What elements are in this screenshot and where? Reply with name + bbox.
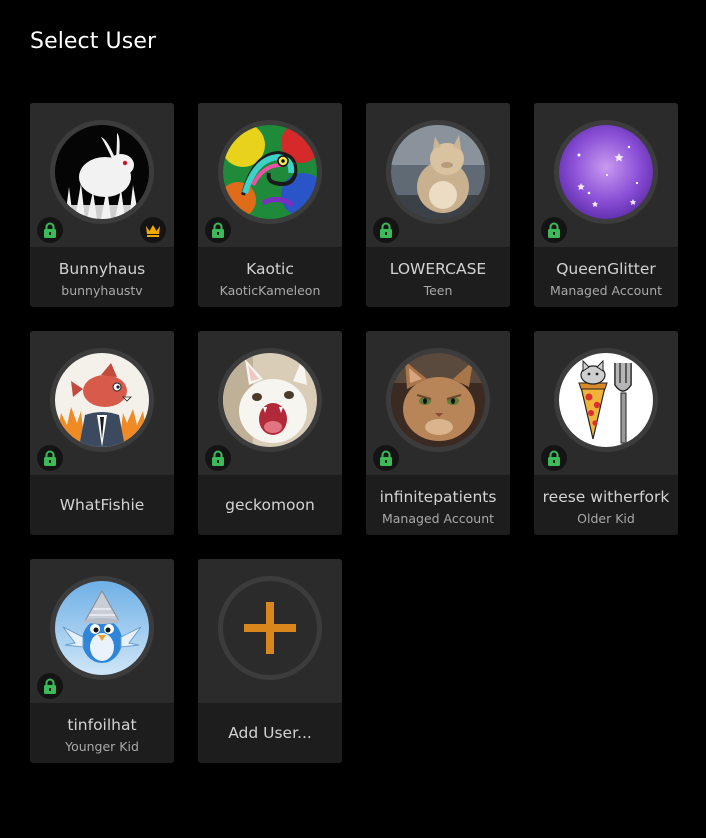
screaming-cat-avatar <box>218 348 322 452</box>
crown-icon <box>140 217 166 243</box>
user-name: tinfoilhat <box>67 716 137 734</box>
grumpy-cat-avatar <box>386 348 490 452</box>
card-avatar-area <box>30 103 174 247</box>
user-card-lowercase[interactable]: LOWERCASE Teen <box>366 103 510 307</box>
add-user-button[interactable]: Add User... <box>198 559 342 763</box>
card-footer: reese witherfork Older Kid <box>534 475 678 535</box>
user-name: QueenGlitter <box>556 260 656 278</box>
user-subtitle: bunnyhaustv <box>61 283 143 298</box>
card-footer: Kaotic KaoticKameleon <box>198 247 342 307</box>
lock-icon <box>373 217 399 243</box>
plus-icon <box>244 602 296 654</box>
bird-tinfoil-hat-avatar <box>50 576 154 680</box>
card-footer: QueenGlitter Managed Account <box>534 247 678 307</box>
card-footer: Bunnyhaus bunnyhaustv <box>30 247 174 307</box>
add-user-circle <box>218 576 322 680</box>
fish-in-suit-avatar <box>50 348 154 452</box>
white-rabbit-avatar <box>50 120 154 224</box>
card-avatar-area <box>198 559 342 703</box>
user-subtitle: Younger Kid <box>65 739 139 754</box>
chameleon-avatar <box>218 120 322 224</box>
cat-pizza-fork-avatar <box>554 348 658 452</box>
card-footer: infinitepatients Managed Account <box>366 475 510 535</box>
user-name: reese witherfork <box>542 488 670 506</box>
purple-stars-avatar <box>554 120 658 224</box>
card-avatar-area <box>30 559 174 703</box>
card-avatar-area <box>366 103 510 247</box>
user-card-whatfishie[interactable]: WhatFishie <box>30 331 174 535</box>
lock-icon <box>37 445 63 471</box>
user-card-kaotic[interactable]: Kaotic KaoticKameleon <box>198 103 342 307</box>
user-card-tinfoilhat[interactable]: tinfoilhat Younger Kid <box>30 559 174 763</box>
card-footer: WhatFishie <box>30 475 174 535</box>
lock-icon <box>37 673 63 699</box>
lock-icon <box>373 445 399 471</box>
user-name: Kaotic <box>246 260 294 278</box>
add-user-label: Add User... <box>228 724 312 742</box>
user-grid: Bunnyhaus bunnyhaustv Kaotic KaoticKamel… <box>30 103 678 763</box>
user-name: WhatFishie <box>59 496 145 514</box>
card-avatar-area <box>198 103 342 247</box>
user-card-infinitepatients[interactable]: infinitepatients Managed Account <box>366 331 510 535</box>
card-footer: tinfoilhat Younger Kid <box>30 703 174 763</box>
card-avatar-area <box>198 331 342 475</box>
user-name: Bunnyhaus <box>58 260 146 278</box>
card-avatar-area <box>30 331 174 475</box>
user-card-queenglitter[interactable]: QueenGlitter Managed Account <box>534 103 678 307</box>
card-avatar-area <box>366 331 510 475</box>
user-card-bunnyhaus[interactable]: Bunnyhaus bunnyhaustv <box>30 103 174 307</box>
lock-icon <box>541 217 567 243</box>
fluffy-cat-avatar <box>386 120 490 224</box>
user-subtitle: Teen <box>423 283 453 298</box>
lock-icon <box>205 217 231 243</box>
lock-icon <box>205 445 231 471</box>
card-footer: Add User... <box>198 703 342 763</box>
user-name: geckomoon <box>225 496 315 514</box>
card-footer: LOWERCASE Teen <box>366 247 510 307</box>
card-footer: geckomoon <box>198 475 342 535</box>
card-avatar-area <box>534 331 678 475</box>
user-subtitle: KaoticKameleon <box>219 283 321 298</box>
lock-icon <box>541 445 567 471</box>
user-name: infinitepatients <box>379 488 497 506</box>
card-avatar-area <box>534 103 678 247</box>
user-subtitle: Managed Account <box>549 283 663 298</box>
user-name: LOWERCASE <box>389 260 487 278</box>
page-title: Select User <box>30 29 157 54</box>
user-subtitle: Managed Account <box>381 511 495 526</box>
lock-icon <box>37 217 63 243</box>
user-subtitle: Older Kid <box>577 511 635 526</box>
user-card-reese-witherfork[interactable]: reese witherfork Older Kid <box>534 331 678 535</box>
user-card-geckomoon[interactable]: geckomoon <box>198 331 342 535</box>
